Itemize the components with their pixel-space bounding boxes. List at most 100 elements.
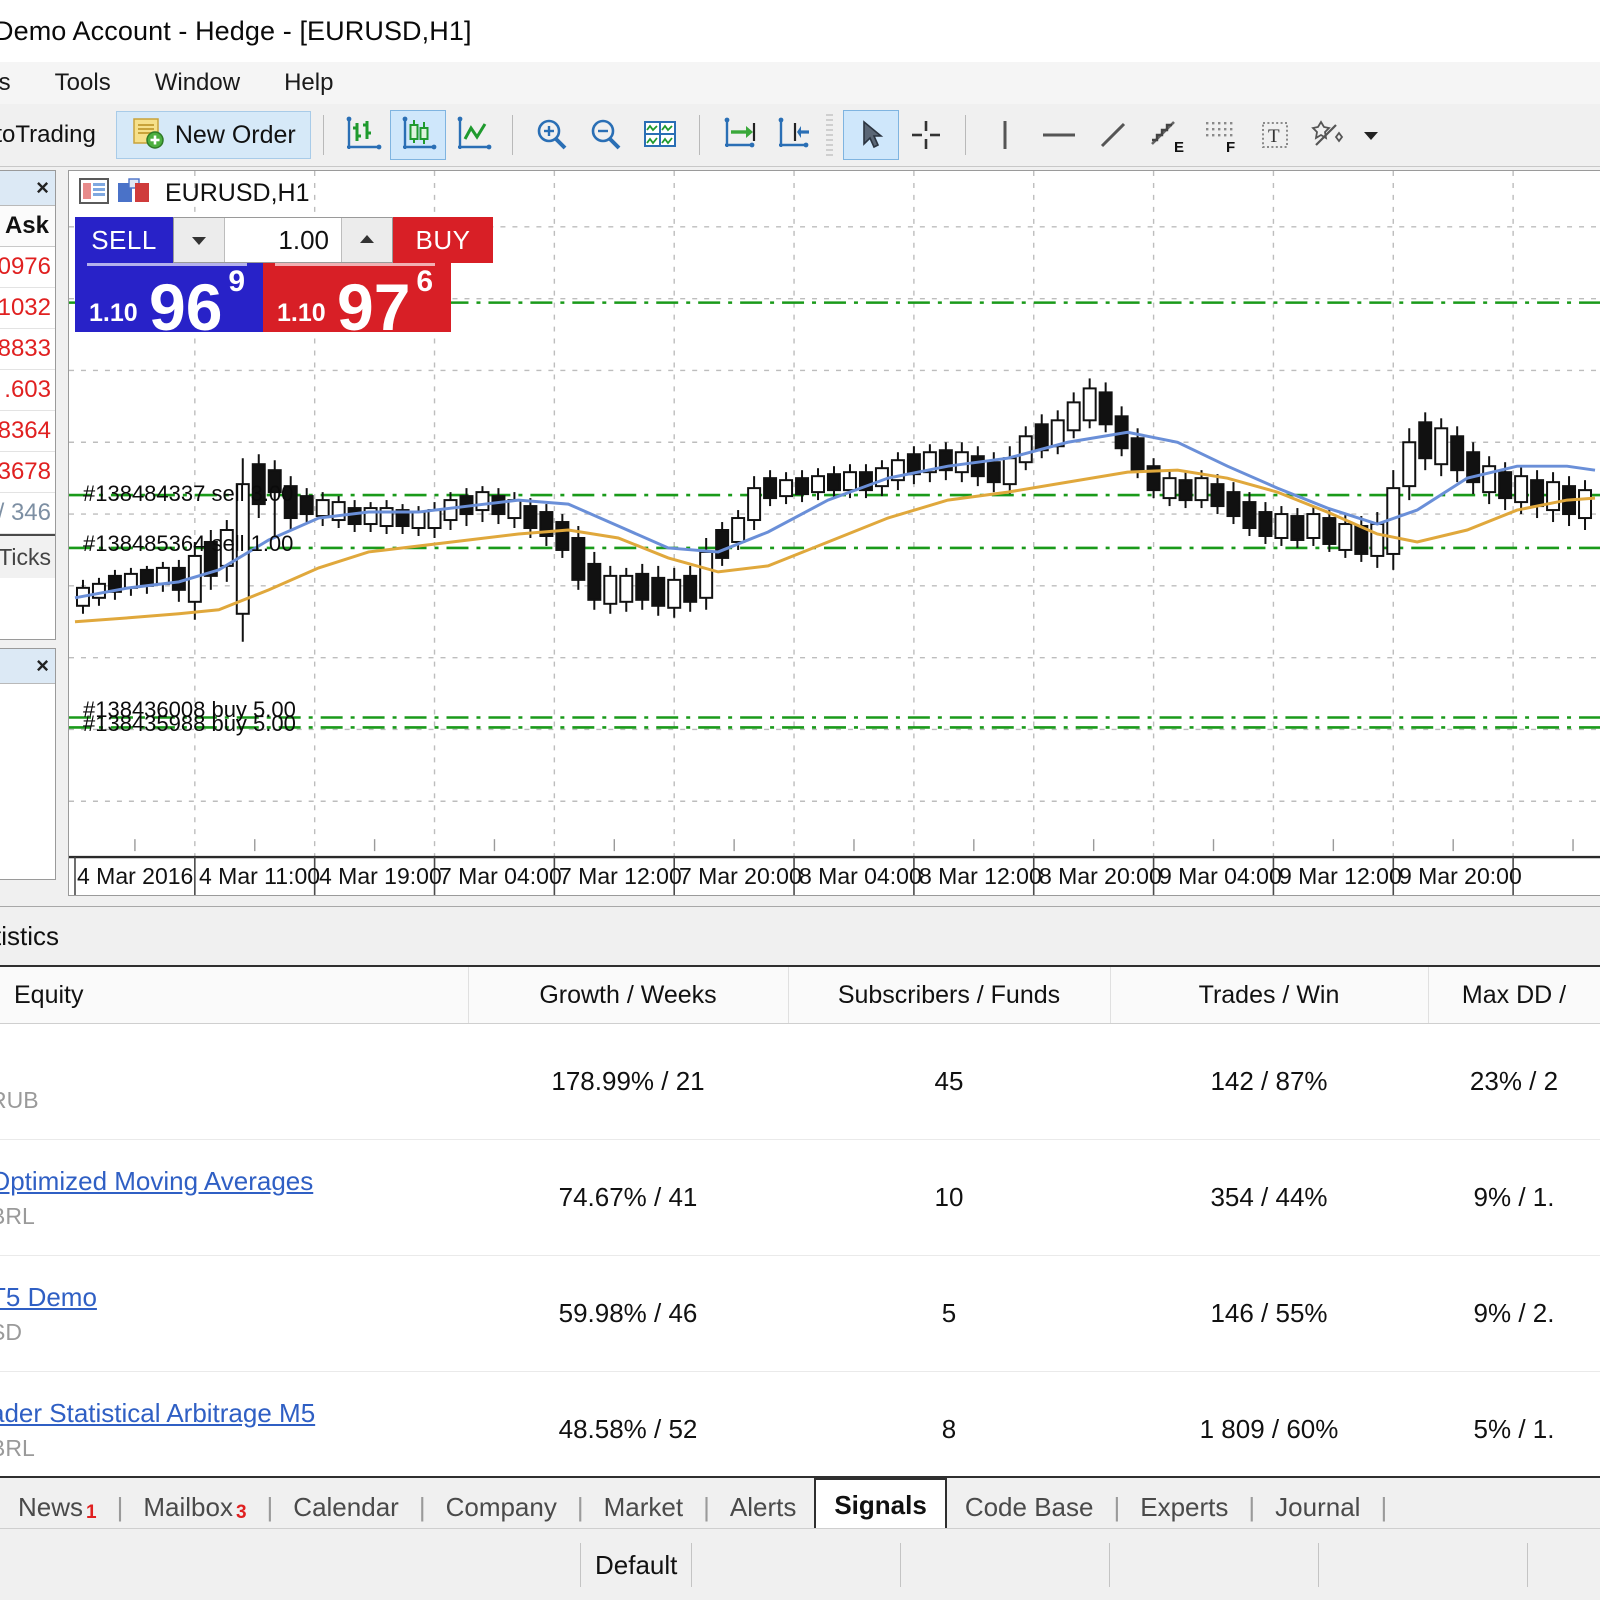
crosshair-icon[interactable]	[899, 111, 953, 159]
tab-calendar[interactable]: Calendar	[275, 1484, 417, 1530]
table-row[interactable]: t RUB 178.99% / 21 45 142 / 87% 23% / 2	[0, 1023, 1600, 1140]
vertical-line-icon[interactable]	[978, 111, 1032, 159]
tab-separator: |	[1113, 1492, 1121, 1522]
ask-value: .603	[4, 376, 51, 403]
volume-stepper[interactable]: 1.00	[173, 217, 393, 263]
column-header-subscribers-funds[interactable]: Subscribers / Funds	[788, 967, 1111, 1024]
ask-value: 8364	[0, 417, 51, 444]
terminal-tab-bar: News 1 | Mailbox 3 | Calendar | Company | …	[0, 1476, 1600, 1530]
tab-mailbox[interactable]: Mailbox 3	[125, 1484, 264, 1530]
tab-separator: |	[1248, 1492, 1256, 1522]
ask-value: 3678	[0, 458, 51, 485]
tab-experts[interactable]: Experts	[1122, 1484, 1246, 1530]
table-row[interactable]: T5 Demo SD 59.98% / 46 5 146 / 55% 9% / …	[0, 1255, 1600, 1372]
equidistant-channel-icon[interactable]: E	[1140, 111, 1194, 159]
chart-header: EURUSD,H1	[69, 171, 1600, 215]
close-icon[interactable]: ×	[36, 177, 49, 199]
signal-name-cell: t RUB	[0, 1023, 468, 1140]
tab-signals[interactable]: Signals	[814, 1478, 947, 1530]
market-watch-row[interactable]: .603	[0, 370, 55, 411]
market-watch-column-header[interactable]: Ask	[0, 206, 55, 247]
signal-name-link[interactable]: t	[0, 1050, 467, 1081]
dropdown-caret-icon[interactable]	[1356, 111, 1386, 159]
order-label[interactable]: #138435988 buy 5.00	[83, 711, 296, 737]
line-chart-icon[interactable]	[446, 111, 500, 159]
market-watch-row[interactable]: 8833	[0, 329, 55, 370]
table-row[interactable]: Optimized Moving Averages BRL 74.67% / 4…	[0, 1139, 1600, 1256]
tab-company[interactable]: Company	[428, 1484, 575, 1530]
volume-decrease-button[interactable]	[174, 218, 225, 262]
fibonacci-icon[interactable]: F	[1194, 111, 1248, 159]
signal-currency: SD	[0, 1318, 22, 1345]
buy-price-prefix: 1.10	[277, 299, 326, 327]
signal-name-link[interactable]: ader Statistical Arbitrage M5	[0, 1398, 467, 1429]
text-label-icon[interactable]: T	[1248, 111, 1302, 159]
tab-market[interactable]: Market	[586, 1484, 701, 1530]
signal-trades-cell: 1 809 / 60%	[1110, 1371, 1428, 1488]
one-click-trading-panel[interactable]: SELL 1.00 BUY 1.10 96 9 1.10 97 6	[75, 217, 493, 332]
market-watch-row[interactable]: 1032	[0, 288, 55, 329]
market-watch-row[interactable]: 8364	[0, 411, 55, 452]
status-bar-profile-cell[interactable]: Default	[581, 1543, 693, 1587]
cursor-icon[interactable]	[842, 110, 899, 160]
order-label[interactable]: #138485364 sell 1.00	[83, 531, 293, 557]
column-header-trades-win[interactable]: Trades / Win	[1110, 967, 1429, 1024]
order-label[interactable]: #138484337 sell 3.00	[83, 481, 293, 507]
column-header-max-dd[interactable]: Max DD /	[1428, 967, 1600, 1024]
sell-button[interactable]: SELL	[75, 217, 173, 263]
menu-item-charts[interactable]: ts	[0, 62, 33, 104]
auto-scroll-icon[interactable]	[712, 111, 766, 159]
market-watch-tabs[interactable]: Ticks	[0, 534, 55, 578]
market-watch-row[interactable]: 3678	[0, 452, 55, 493]
candlestick-chart-icon[interactable]	[389, 110, 446, 160]
chart-shift-icon[interactable]	[766, 111, 820, 159]
signal-name-link[interactable]: Optimized Moving Averages	[0, 1166, 467, 1197]
signal-name-link[interactable]: T5 Demo	[0, 1282, 467, 1313]
buy-price-display[interactable]: 1.10 97 6	[263, 263, 451, 332]
bar-chart-icon[interactable]	[336, 111, 390, 159]
horizontal-line-icon[interactable]	[1032, 111, 1086, 159]
chart-window[interactable]: EURUSD,H1 SELL 1.00 BUY 1.10 96 9 1.10 9…	[68, 170, 1600, 896]
table-row[interactable]: ader Statistical Arbitrage M5 BRL 48.58%…	[0, 1371, 1600, 1488]
zoom-out-icon[interactable]	[579, 111, 633, 159]
market-watch-row[interactable]: / 346	[0, 493, 55, 534]
autotrading-button[interactable]: utoTrading	[0, 121, 108, 149]
status-bar-message-cell	[0, 1543, 581, 1587]
menu-item-window[interactable]: Window	[133, 62, 262, 104]
tab-journal[interactable]: Journal	[1257, 1484, 1378, 1530]
signals-table-header-row: Equity Growth / Weeks Subscribers / Fund…	[0, 967, 1600, 1024]
menu-item-help[interactable]: Help	[262, 62, 355, 104]
volume-increase-button[interactable]	[341, 218, 392, 262]
sell-price-display[interactable]: 1.10 96 9	[75, 263, 263, 332]
column-header-growth-weeks[interactable]: Growth / Weeks	[468, 967, 789, 1024]
tab-separator: |	[266, 1492, 274, 1522]
new-order-icon	[131, 116, 165, 155]
buy-button[interactable]: BUY	[393, 217, 493, 263]
volume-input[interactable]: 1.00	[225, 218, 341, 262]
market-watch-row[interactable]: 0976	[0, 247, 55, 288]
time-tick-label: 9 Mar 12:00	[1279, 863, 1402, 889]
tab-code-base[interactable]: Code Base	[947, 1484, 1112, 1530]
signal-trades-cell: 142 / 87%	[1110, 1023, 1428, 1140]
shapes-icon[interactable]	[1302, 111, 1356, 159]
column-header-equity[interactable]: Equity	[0, 967, 469, 1024]
chart-template-icon[interactable]	[117, 177, 151, 209]
time-tick-label: 9 Mar 04:00	[1159, 863, 1282, 889]
close-icon[interactable]: ×	[36, 655, 49, 677]
tile-windows-icon[interactable]	[633, 111, 687, 159]
signal-currency: RUB	[0, 1086, 39, 1113]
tab-news[interactable]: News 1	[0, 1484, 115, 1530]
sell-price-big: 96	[149, 270, 223, 332]
tab-code-base-label: Code Base	[964, 1491, 1094, 1522]
trendline-icon[interactable]	[1086, 111, 1140, 159]
new-order-button[interactable]: New Order	[115, 111, 311, 159]
chart-properties-icon[interactable]	[79, 177, 109, 209]
tab-separator: |	[418, 1492, 426, 1522]
tab-alerts[interactable]: Alerts	[712, 1484, 814, 1530]
menu-item-tools[interactable]: Tools	[33, 62, 133, 104]
tab-mailbox-label: Mailbox	[143, 1491, 233, 1522]
zoom-in-icon[interactable]	[525, 111, 579, 159]
toolbar-grip[interactable]	[825, 114, 833, 156]
tab-news-label: News	[18, 1491, 84, 1522]
time-tick-label: 4 Mar 11:00	[199, 863, 321, 889]
